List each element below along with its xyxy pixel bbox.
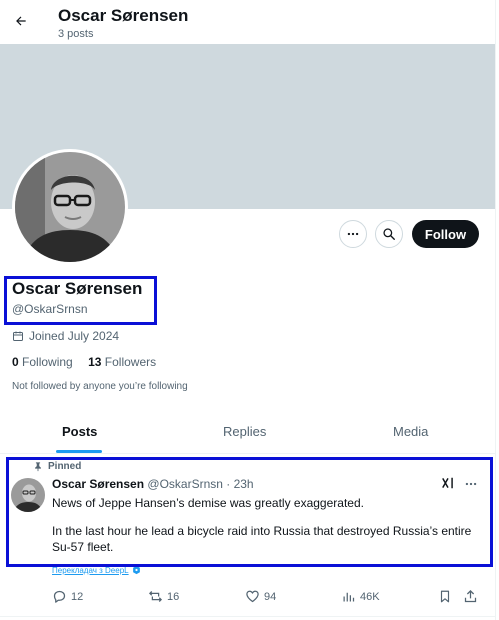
arrow-left-icon	[16, 16, 26, 26]
back-button[interactable]	[10, 10, 32, 32]
calendar-icon	[13, 331, 23, 341]
follow-counts: 0 Following 13 Followers	[12, 355, 156, 369]
profile-tabs: Posts Replies Media	[0, 413, 495, 454]
profile-handle: @OskarSrnsn	[12, 302, 88, 316]
follow-button[interactable]: Follow	[412, 220, 479, 248]
active-tab-indicator	[56, 450, 102, 453]
post-divider	[0, 616, 495, 617]
reply-count: 12	[71, 590, 84, 603]
search-profile-button[interactable]	[375, 220, 403, 248]
bookmark-button[interactable]	[438, 589, 452, 604]
views-count: 46K	[360, 590, 380, 603]
post-actions: 12 16 94 46K	[0, 587, 495, 609]
following-count: 0	[12, 355, 19, 369]
views-button[interactable]: 46K	[341, 589, 380, 604]
joined-date: Joined July 2024	[12, 329, 119, 343]
not-followed-note: Not followed by anyone you’re following	[12, 381, 188, 392]
following-link[interactable]: 0 Following	[12, 355, 73, 369]
profile-avatar[interactable]	[12, 149, 128, 265]
share-icon	[464, 589, 477, 603]
followers-label: Followers	[104, 355, 157, 369]
more-options-button[interactable]	[339, 220, 367, 248]
avatar-photo-icon	[15, 152, 125, 262]
repost-button[interactable]: 16	[148, 589, 179, 604]
more-horizontal-icon	[347, 232, 359, 236]
share-button[interactable]	[463, 589, 478, 604]
search-icon	[383, 228, 395, 240]
reply-button[interactable]: 12	[52, 589, 83, 604]
heart-icon	[246, 590, 259, 603]
profile-display-name: Oscar Sørensen	[12, 279, 143, 298]
joined-label: Joined July 2024	[29, 329, 120, 343]
like-count: 94	[264, 590, 277, 603]
followers-count: 13	[88, 355, 102, 369]
followers-link[interactable]: 13 Followers	[88, 355, 156, 369]
tab-replies[interactable]: Replies	[223, 424, 266, 439]
reply-icon	[53, 590, 66, 603]
right-border	[495, 0, 496, 620]
header-title: Oscar Sørensen	[58, 6, 189, 25]
repost-count: 16	[167, 590, 180, 603]
profile-header: Oscar Sørensen 3 posts	[0, 0, 495, 44]
repost-icon	[148, 591, 163, 602]
following-label: Following	[22, 355, 73, 369]
post-highlight-box	[6, 457, 493, 567]
header-post-count: 3 posts	[58, 28, 94, 40]
like-button[interactable]: 94	[245, 589, 276, 604]
tab-media[interactable]: Media	[393, 424, 428, 439]
bookmark-icon	[440, 590, 450, 603]
tab-posts[interactable]: Posts	[62, 424, 97, 439]
analytics-icon	[343, 592, 355, 602]
